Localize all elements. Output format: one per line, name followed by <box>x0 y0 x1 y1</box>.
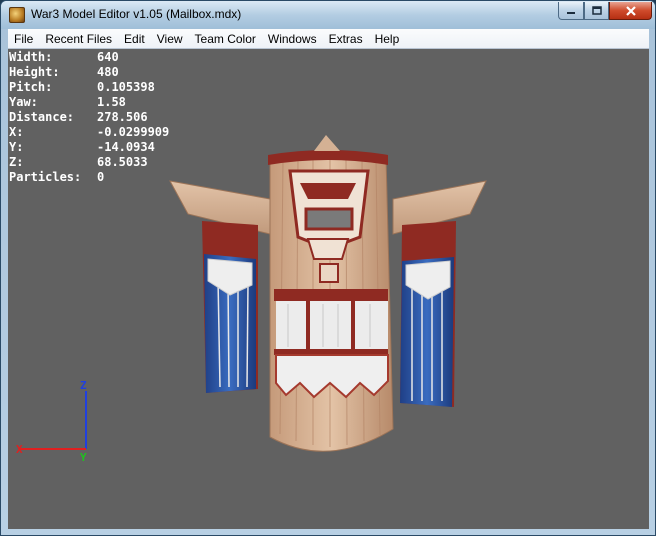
maximize-icon <box>591 6 602 15</box>
info-row: X: -0.0299909 <box>9 125 170 139</box>
app-window: War3 Model Editor v1.05 (Mailbox.mdx) Fi… <box>0 0 656 536</box>
menu-team-color[interactable]: Team Color <box>189 29 262 49</box>
menu-file[interactable]: File <box>8 29 39 49</box>
close-icon <box>625 5 636 16</box>
menu-windows[interactable]: Windows <box>262 29 323 49</box>
minimize-button[interactable] <box>558 2 584 20</box>
camera-info-overlay: Width: 640 Height: 480 Pitch: 0.105398 Yaw:… <box>9 50 169 185</box>
menu-extras[interactable]: Extras <box>323 29 369 49</box>
title-bar[interactable]: War3 Model Editor v1.05 (Mailbox.mdx) <box>1 1 655 29</box>
info-row: Height: 480 <box>9 65 119 79</box>
info-row: Distance: 278.506 <box>9 110 148 124</box>
info-row: Yaw: 1.58 <box>9 95 126 109</box>
z-axis-label: Z <box>80 379 87 392</box>
info-row: Width: 640 <box>9 50 119 64</box>
menu-bar: File Recent Files Edit View Team Color W… <box>8 29 649 49</box>
model-viewport[interactable]: Z X Y Width: 640 Height: 480 Pitch: 0.10539… <box>8 49 649 529</box>
info-row: Pitch: 0.105398 <box>9 80 155 94</box>
minimize-icon <box>567 11 575 14</box>
info-row: Particles: 0 <box>9 170 105 184</box>
info-row: Z: 68.5033 <box>9 155 148 169</box>
menu-edit[interactable]: Edit <box>118 29 151 49</box>
app-icon[interactable] <box>9 7 25 23</box>
menu-help[interactable]: Help <box>369 29 406 49</box>
menu-recent-files[interactable]: Recent Files <box>39 29 118 49</box>
x-axis-label: X <box>16 443 23 456</box>
menu-view[interactable]: View <box>151 29 189 49</box>
close-button[interactable] <box>609 2 652 20</box>
maximize-button[interactable] <box>584 2 609 20</box>
info-row: Y: -14.0934 <box>9 140 155 154</box>
y-axis-label: Y <box>80 451 87 464</box>
window-title: War3 Model Editor v1.05 (Mailbox.mdx) <box>31 7 242 21</box>
